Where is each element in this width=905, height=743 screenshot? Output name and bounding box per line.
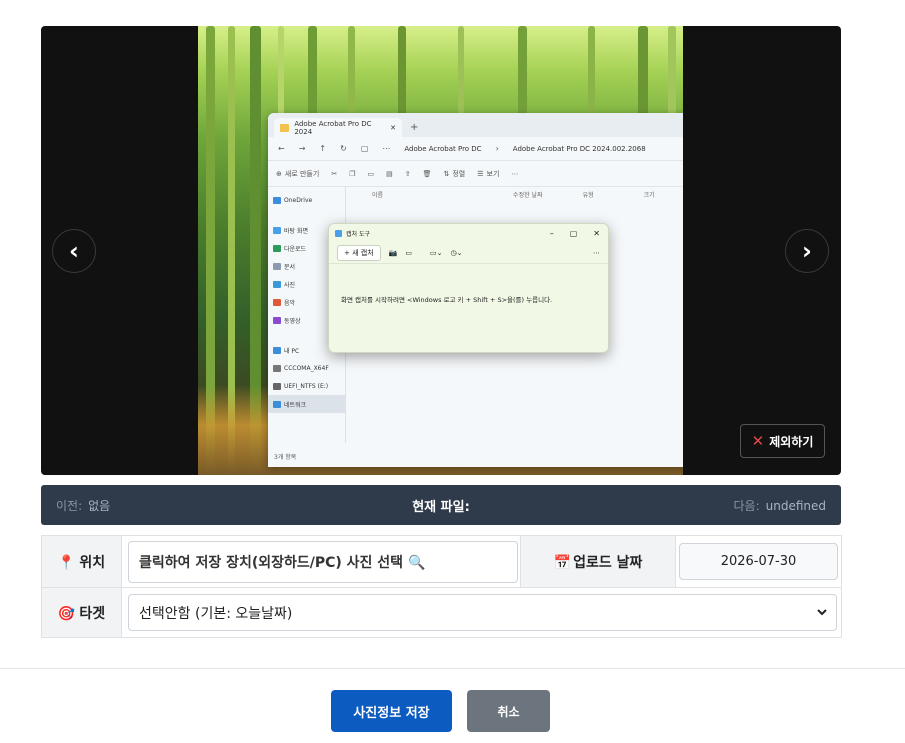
pin-icon: 📍 — [57, 554, 76, 571]
chevron-left-icon: ‹ — [69, 237, 79, 265]
minimize-icon: – — [549, 228, 554, 238]
cut-icon: ✂ — [331, 169, 338, 178]
drive-icon — [273, 382, 281, 390]
cancel-button[interactable]: 취소 — [467, 690, 550, 732]
timer-icon: ◷⌄ — [450, 248, 463, 257]
location-header: 📍 위치 — [40, 535, 123, 588]
cloud-icon — [273, 196, 281, 204]
download-icon — [273, 244, 281, 252]
snip-app-icon — [335, 229, 342, 237]
desktop-icon — [273, 226, 281, 234]
new-button: 새로 만들기 — [284, 169, 320, 178]
target-selected-value: 선택안함 (기본: 오늘날짜) — [139, 605, 293, 622]
more-icon: ⋯ — [382, 144, 391, 153]
view-button: 보기 — [486, 169, 500, 178]
network-icon — [273, 400, 281, 408]
chevron-right-icon: › — [495, 144, 499, 153]
sort-icon: ⇅ — [443, 169, 450, 178]
add-icon: ⊕ — [276, 169, 282, 178]
refresh-icon: ↻ — [340, 144, 347, 153]
column-header: 유형 — [582, 192, 594, 199]
paste-icon: ▭ — [367, 169, 375, 178]
current-file-label: 현재 파일: — [412, 499, 470, 515]
back-icon: ← — [278, 144, 285, 153]
share-icon: ⇪ — [404, 169, 411, 178]
upload-date-header: 📅 업로드 날짜 — [520, 535, 676, 588]
up-icon: ↑ — [319, 144, 327, 153]
camera-icon: 📷 — [388, 248, 398, 257]
music-icon — [273, 298, 281, 306]
exclude-button[interactable]: ✕ 제외하기 — [740, 424, 825, 458]
next-file-value: undefined — [765, 498, 826, 513]
view-icon: ☰ — [477, 169, 484, 178]
upload-date-input[interactable]: 2026-07-30 — [678, 543, 838, 580]
next-file: 다음: undefined — [734, 497, 827, 514]
close-icon: ✕ — [751, 432, 765, 450]
explorer-window: Adobe Acrobat Pro DC 2024 ✕ + ← → ↑ ↻ ▢ … — [268, 113, 683, 467]
video-camera-icon: ▭ — [405, 248, 412, 257]
rename-icon: ▤ — [386, 169, 393, 178]
target-header: 🎯 타겟 — [40, 587, 123, 638]
snip-title: 캡처 도구 — [346, 230, 370, 238]
breadcrumb-item: Adobe Acrobat Pro DC 2024.002.2068 — [512, 144, 646, 153]
explorer-tab-title: Adobe Acrobat Pro DC 2024 — [294, 119, 372, 136]
more-icon: ⋯ — [511, 169, 519, 178]
exclude-label: 제외하기 — [769, 434, 814, 449]
shape-icon: ▭⌄ — [429, 248, 443, 257]
delete-icon: 🗑 — [422, 169, 432, 178]
more-icon: ⋯ — [593, 248, 600, 257]
copy-icon: ❐ — [349, 169, 356, 178]
target-icon: 🎯 — [57, 605, 76, 622]
pc-icon — [273, 346, 281, 354]
prev-image-button[interactable]: ‹ — [52, 229, 96, 273]
snip-message: 화면 캡처를 시작하려면 <Windows 로고 키 + Shift + S>을… — [341, 296, 553, 304]
maximize-icon: ▢ — [569, 228, 578, 238]
document-icon — [273, 262, 281, 270]
snipping-tool-window: 캡처 도구 – ▢ ✕ + 새 캡처 📷 ▭ ▭⌄ ◷⌄ ⋯ 화면 캡처를 시작… — [328, 223, 609, 353]
image-viewer: Adobe Acrobat Pro DC 2024 ✕ + ← → ↑ ↻ ▢ … — [41, 26, 841, 475]
plus-icon: + — [410, 122, 419, 133]
picture-icon — [273, 280, 281, 288]
column-header: 크기 — [643, 192, 655, 199]
photo-info-form: 📍 위치 클릭하여 저장 장치(외장하드/PC) 사진 선택 🔍 📅 업로드 날짜 … — [40, 535, 843, 638]
status-text: 3개 항목 — [274, 454, 297, 461]
explorer-tab: Adobe Acrobat Pro DC 2024 ✕ — [274, 118, 402, 137]
chevron-down-icon — [817, 609, 827, 616]
calendar-icon: 📅 — [553, 554, 572, 571]
select-photo-button[interactable]: 클릭하여 저장 장치(외장하드/PC) 사진 선택 🔍 — [128, 540, 519, 583]
sidebar-item: 네트워크 — [268, 395, 345, 413]
target-select[interactable]: 선택안함 (기본: 오늘날짜) — [128, 594, 838, 631]
preview-image: Adobe Acrobat Pro DC 2024 ✕ + ← → ↑ ↻ ▢ … — [198, 26, 683, 475]
monitor-icon: ▢ — [360, 144, 369, 153]
sort-button: 정렬 — [452, 169, 466, 178]
forward-icon: → — [298, 144, 306, 153]
close-icon: ✕ — [390, 123, 396, 132]
drive-icon — [273, 364, 281, 372]
breadcrumb-item: Adobe Acrobat Pro DC — [404, 144, 482, 153]
sidebar-item: OneDrive — [268, 191, 345, 209]
save-photo-info-button[interactable]: 사진정보 저장 — [331, 690, 452, 732]
next-image-button[interactable]: › — [785, 229, 829, 273]
column-header: 수정한 날짜 — [513, 192, 543, 199]
next-file-label: 다음: — [733, 498, 760, 513]
sidebar-item: UEFI_NTFS (E:) — [268, 377, 345, 395]
column-header: 이름 — [372, 192, 384, 199]
video-icon — [273, 316, 281, 324]
chevron-right-icon: › — [802, 237, 812, 265]
new-capture-button: + 새 캡처 — [337, 244, 381, 261]
divider — [0, 668, 905, 669]
folder-icon — [280, 123, 290, 132]
close-icon: ✕ — [593, 228, 600, 238]
file-navigation-bar: 이전: 없음 현재 파일: 다음: undefined — [41, 485, 841, 525]
sidebar-item: CCCOMA_X64F — [268, 359, 345, 377]
